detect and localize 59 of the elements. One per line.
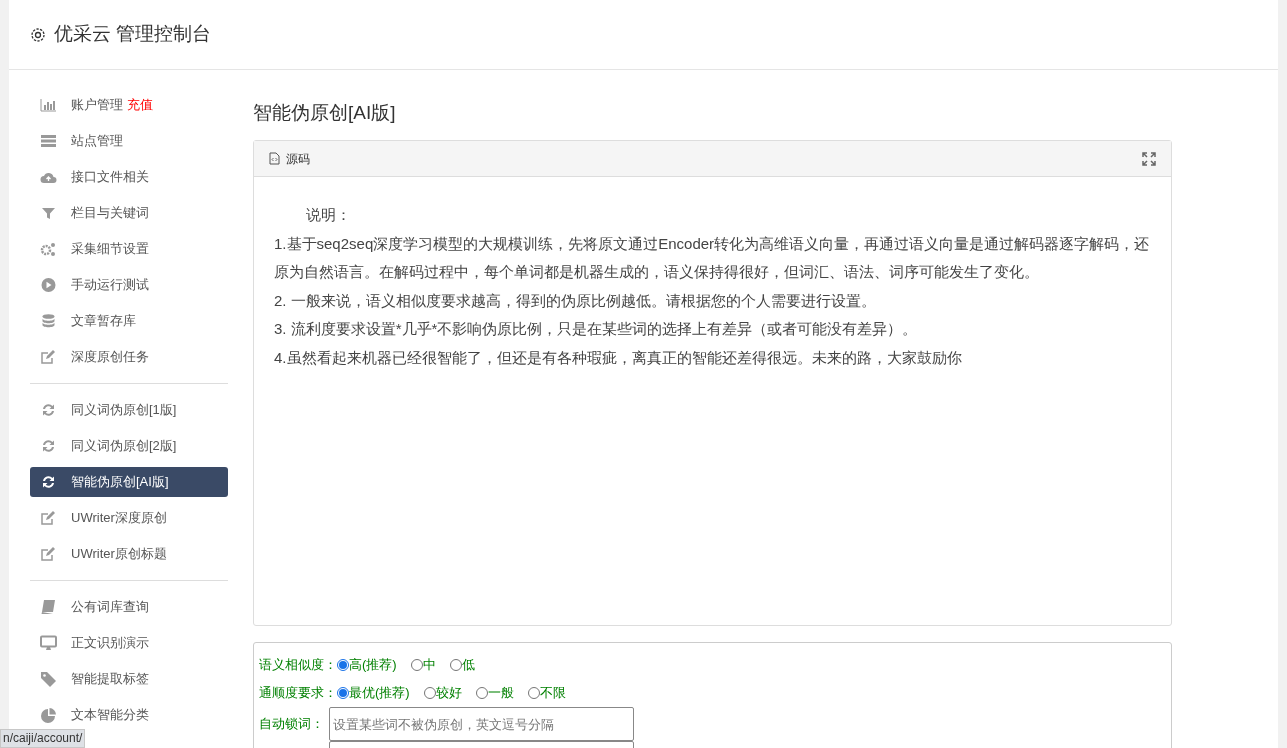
refresh-icon — [40, 438, 57, 454]
sidebar-item[interactable]: 公有词库查询 — [30, 592, 228, 622]
paragraph: 1.基于seq2seq深度学习模型的大规模训练，先将原文通过Encoder转化为高维语义向量，再通过语义向量是通过解码器逐字解码，还原为自然语言。在解码过程中，每个单词都是机器生成的，语义保持得很好，但词汇、语法、词序可能发生了变化。 — [274, 233, 1151, 282]
source-button[interactable]: 源码 — [269, 149, 310, 168]
app-title: 优采云 管理控制台 — [54, 22, 212, 47]
sidebar-item[interactable]: 正文识别演示 — [30, 628, 228, 658]
pie-chart-icon — [40, 707, 57, 723]
book-icon — [40, 599, 57, 615]
radio-option[interactable]: 一般 — [475, 683, 514, 703]
sidebar-item[interactable]: 文章暂存库 — [30, 306, 228, 336]
refresh-icon — [40, 474, 57, 490]
radio-option[interactable]: 不限 — [527, 683, 566, 703]
file-code-icon — [269, 152, 280, 165]
radio-button[interactable] — [337, 687, 349, 699]
sidebar-item[interactable]: 智能提取标签 — [30, 664, 228, 694]
refresh-icon — [40, 402, 57, 418]
radio-button[interactable] — [337, 659, 349, 671]
sidebar-item[interactable]: 接口文件相关 — [30, 162, 228, 192]
server-icon — [40, 133, 57, 149]
paragraph: 说明： — [305, 205, 352, 225]
sidebar-item[interactable]: UWriter深度原创 — [30, 503, 228, 533]
sidebar-item[interactable]: 文本智能分类 — [30, 700, 228, 730]
play-icon — [40, 277, 57, 293]
field-label: 语义相似度： — [259, 656, 337, 675]
gears-icon — [40, 241, 57, 257]
radio-option[interactable]: 低 — [449, 655, 475, 675]
chart-icon — [40, 97, 57, 113]
sidebar-item[interactable]: 站点管理 — [30, 126, 228, 156]
status-url: n/caiji/account/ — [0, 729, 86, 748]
database-icon — [40, 313, 57, 329]
edit-icon — [40, 546, 57, 562]
sidebar-item[interactable]: 账户管理 充值 — [30, 90, 228, 120]
sidebar-item[interactable]: 采集细节设置 — [30, 234, 228, 264]
radio-option[interactable]: 较好 — [423, 683, 462, 703]
sidebar-item[interactable]: UWriter原创标题 — [30, 539, 228, 569]
field-label: 自动锁词： — [259, 715, 325, 734]
edit-icon — [40, 349, 57, 365]
edit-icon — [40, 510, 57, 526]
settings-icon — [30, 26, 46, 43]
paragraph: 4.虽然看起来机器已经很智能了，但还是有各种瑕疵，离真正的智能还差得很远。未来的路，大家鼓励你 — [274, 347, 963, 368]
sidebar-item[interactable]: 同义词伪原创[2版] — [30, 431, 228, 461]
radio-option[interactable]: 最优(推荐) — [337, 683, 410, 703]
sidebar-item[interactable]: 栏目与关键词 — [30, 198, 228, 228]
filter-icon — [40, 205, 57, 221]
monitor-icon — [40, 635, 57, 651]
sidebar-item[interactable]: 同义词伪原创[1版] — [30, 395, 228, 425]
paragraph: 2. 一般来说，语义相似度要求越高，得到的伪原比例越低。请根据您的个人需要进行设置。 — [274, 290, 877, 311]
sidebar-item[interactable]: 深度原创任务 — [30, 342, 228, 372]
tag-icon — [40, 671, 57, 687]
sidebar-item[interactable]: 手动运行测试 — [30, 270, 228, 300]
paragraph: 3. 流利度要求设置*几乎*不影响伪原比例，只是在某些词的选择上有差异（或者可能没有差异）。 — [274, 319, 919, 339]
lock-words-field[interactable]: 设置某些词不被伪原创，英文逗号分隔 — [329, 707, 634, 741]
radio-option[interactable]: 高(推荐) — [337, 655, 397, 675]
radio-option[interactable]: 中 — [410, 655, 436, 675]
field-label: 通顺度要求： — [259, 684, 337, 703]
page-title: 智能伪原创[AI版] — [253, 101, 397, 125]
recharge-link[interactable]: 充值 — [127, 95, 153, 115]
sidebar-item[interactable]: 智能伪原创[AI版] — [30, 467, 228, 497]
fullscreen-icon[interactable] — [1142, 151, 1156, 166]
